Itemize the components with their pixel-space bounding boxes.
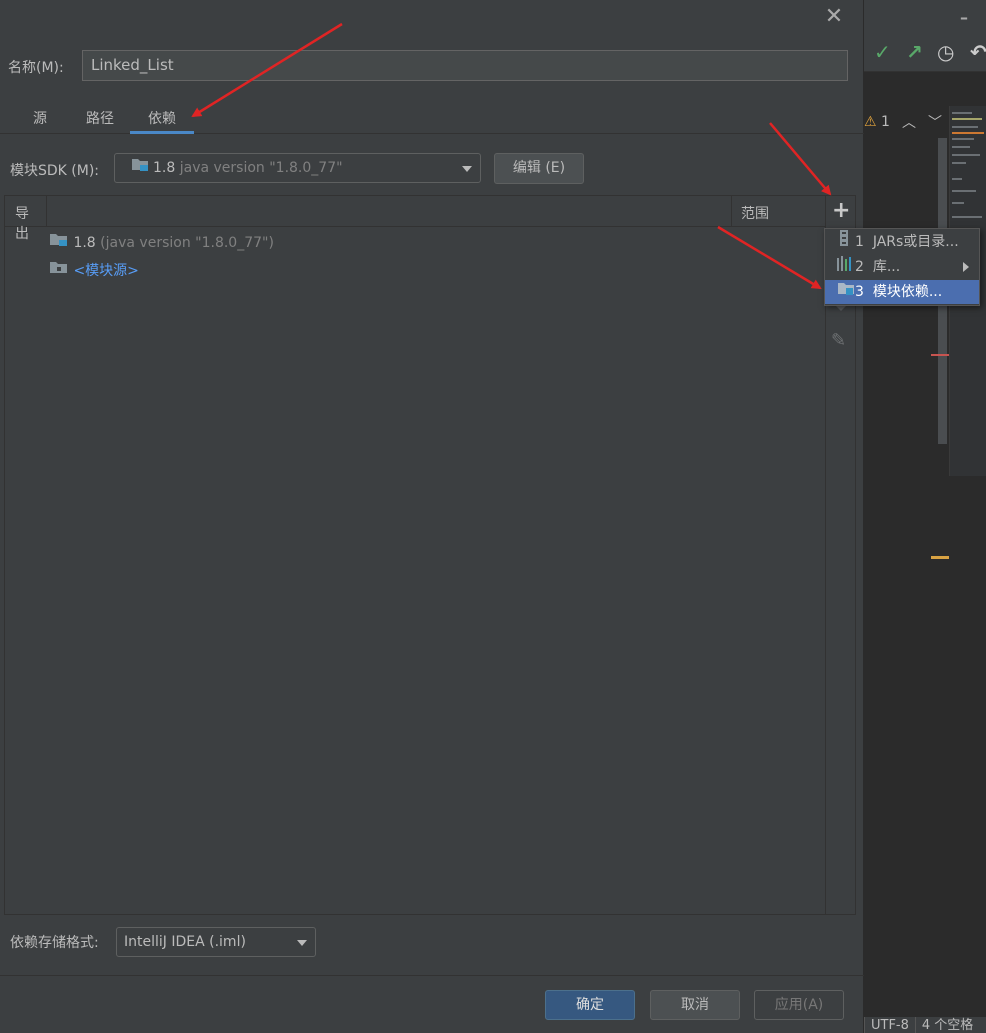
edit-sdk-button[interactable]: 编辑 (E) bbox=[494, 153, 584, 184]
minimize-icon[interactable]: – bbox=[960, 8, 968, 28]
tab-sources[interactable]: 源 bbox=[22, 100, 58, 134]
tab-paths[interactable]: 路径 bbox=[78, 100, 122, 134]
warning-icon: ⚠ bbox=[864, 114, 877, 130]
module-settings-dialog: ✕ 名称(M): Linked_List 源 路径 依赖 模块SDK (M): … bbox=[0, 0, 864, 1033]
cancel-button[interactable]: 取消 bbox=[650, 990, 740, 1020]
push-arrow-icon[interactable]: ↗ bbox=[906, 42, 923, 62]
library-icon bbox=[837, 255, 855, 279]
table-row[interactable]: <模块源> bbox=[49, 259, 139, 283]
name-label: 名称(M): bbox=[8, 60, 64, 76]
apply-button[interactable]: 应用(A) bbox=[754, 990, 844, 1020]
storage-format-select[interactable]: IntelliJ IDEA (.iml) bbox=[116, 927, 316, 957]
dependencies-table: 导出 范围 1.8 (java version "1.8.0_77") <模块源… bbox=[4, 195, 856, 915]
module-sdk-select[interactable]: 1.8 java version "1.8.0_77" bbox=[114, 153, 481, 183]
add-icon[interactable]: + bbox=[832, 199, 850, 223]
table-header: 导出 范围 bbox=[5, 196, 825, 242]
module-icon bbox=[837, 280, 855, 304]
add-dependency-menu: 1 JARs或目录... 2 库... 3 模块依赖... bbox=[824, 228, 980, 306]
commit-check-icon[interactable]: ✓ bbox=[874, 42, 891, 62]
storage-format-label: 依赖存储格式: bbox=[10, 935, 99, 951]
column-export[interactable]: 导出 bbox=[5, 196, 47, 242]
module-name-input[interactable]: Linked_List bbox=[82, 50, 848, 81]
menu-item-library[interactable]: 2 库... bbox=[825, 255, 979, 279]
status-indent[interactable]: 4 个空格 bbox=[914, 1017, 979, 1033]
status-encoding[interactable]: UTF-8 bbox=[864, 1017, 915, 1033]
editor-toolbar: – ✓ ↗ ◷ ↶ bbox=[864, 0, 986, 72]
rollback-icon[interactable]: ↶ bbox=[970, 42, 986, 62]
submenu-arrow-icon bbox=[963, 262, 969, 272]
warning-count: 1 bbox=[881, 114, 890, 130]
module-source-link[interactable]: <模块源> bbox=[73, 263, 138, 279]
table-row[interactable]: 1.8 (java version "1.8.0_77") bbox=[49, 231, 274, 255]
history-clock-icon[interactable]: ◷ bbox=[937, 42, 954, 62]
storage-format-value: IntelliJ IDEA (.iml) bbox=[124, 934, 246, 950]
error-marker[interactable] bbox=[931, 354, 949, 356]
close-icon[interactable]: ✕ bbox=[824, 6, 844, 28]
module-tabs: 源 路径 依赖 bbox=[0, 100, 864, 134]
tab-dependencies[interactable]: 依赖 bbox=[130, 100, 194, 134]
chevron-down-icon bbox=[297, 940, 307, 946]
module-sdk-label: 模块SDK (M): bbox=[10, 163, 100, 179]
sdk-detail: java version "1.8.0_77" bbox=[179, 160, 343, 176]
status-bar: UTF-8 4 个空格 bbox=[864, 1017, 986, 1033]
chevron-down-icon bbox=[462, 166, 472, 172]
dependency-detail: (java version "1.8.0_77") bbox=[100, 235, 274, 251]
inspection-widget[interactable]: ⚠ 1 ︿ ﹀ bbox=[864, 106, 949, 140]
menu-item-module-dependency[interactable]: 3 模块依赖... bbox=[825, 280, 979, 304]
sdk-version: 1.8 bbox=[153, 160, 176, 176]
previous-highlight-icon[interactable]: ︿ bbox=[902, 112, 916, 132]
footer-divider bbox=[0, 975, 864, 976]
jdk-folder-icon bbox=[49, 231, 69, 255]
next-highlight-icon[interactable]: ﹀ bbox=[928, 112, 942, 132]
jar-icon bbox=[837, 230, 855, 254]
warning-marker[interactable] bbox=[931, 556, 949, 559]
ok-button[interactable]: 确定 bbox=[545, 990, 635, 1020]
module-source-icon bbox=[49, 259, 69, 283]
sdk-folder-icon bbox=[131, 154, 149, 182]
dependency-name: 1.8 bbox=[73, 235, 96, 251]
menu-item-jars[interactable]: 1 JARs或目录... bbox=[825, 230, 979, 254]
column-scope[interactable]: 范围 bbox=[731, 196, 825, 227]
pencil-icon[interactable]: ✎ bbox=[831, 330, 846, 351]
